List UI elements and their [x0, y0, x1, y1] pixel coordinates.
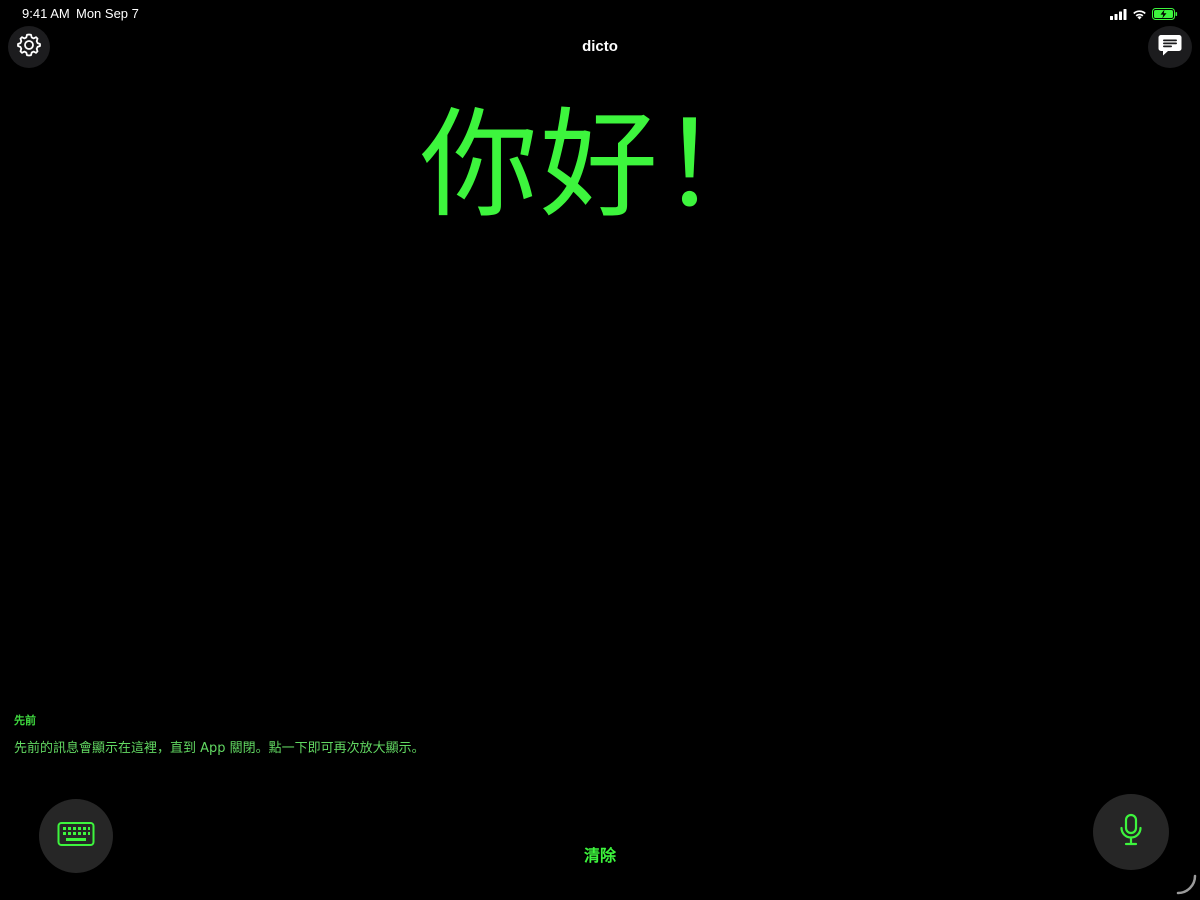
clear-button[interactable]: 清除 [560, 842, 640, 866]
status-bar: 9:41 AM Mon Sep 7 [0, 0, 1200, 28]
status-time: 9:41 AM [22, 6, 70, 21]
history-heading: 先前 [14, 714, 36, 727]
keyboard-button[interactable] [39, 799, 113, 873]
app-title: dicto [582, 38, 618, 55]
message-bubble-icon [1157, 32, 1183, 62]
microphone-icon [1118, 813, 1144, 851]
status-icons [1110, 7, 1178, 21]
battery-charging-icon [1152, 5, 1178, 24]
main-message[interactable]: 你好！ [0, 95, 1200, 235]
keyboard-icon [57, 821, 95, 851]
wifi-icon [1132, 5, 1147, 24]
status-date: Mon Sep 7 [76, 6, 139, 21]
microphone-button[interactable] [1093, 794, 1169, 870]
resize-handle[interactable] [1174, 872, 1198, 896]
signal-icon [1110, 5, 1127, 24]
messages-button[interactable] [1148, 26, 1192, 68]
history-hint: 先前的訊息會顯示在這裡，直到 App 關閉。點一下即可再次放大顯示。 [14, 741, 425, 756]
history-section: 先前 先前的訊息會顯示在這裡，直到 App 關閉。點一下即可再次放大顯示。 [14, 712, 1114, 756]
